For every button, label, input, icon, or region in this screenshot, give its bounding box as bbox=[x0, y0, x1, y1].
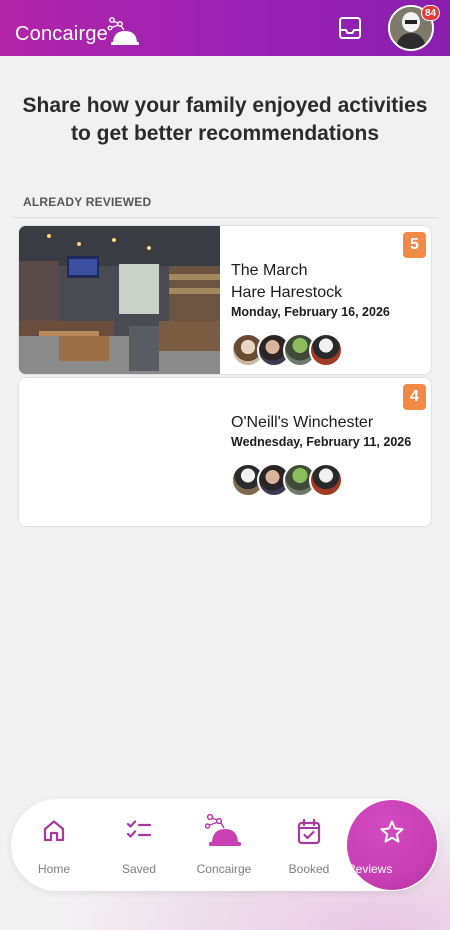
family-member-avatar bbox=[309, 463, 343, 497]
profile-avatar-button[interactable]: 84 bbox=[388, 5, 441, 51]
logo-text: Concairge bbox=[15, 23, 108, 45]
section-divider bbox=[12, 217, 438, 218]
nav-label-saved: Saved bbox=[121, 862, 157, 876]
venue-photo bbox=[19, 226, 220, 374]
venue-name: The March Hare Harestock bbox=[231, 260, 411, 304]
review-score-badge: 4 bbox=[403, 384, 426, 410]
nav-label-home: Home bbox=[37, 862, 70, 876]
concierge-bell-icon bbox=[107, 17, 139, 45]
page-headline: Share how your family enjoyed activities… bbox=[20, 92, 430, 148]
venue-name-line-1: The March bbox=[231, 262, 308, 279]
nav-item-home[interactable]: Home bbox=[14, 799, 94, 891]
headline-line-1: Share how your family enjoyed activities bbox=[22, 94, 428, 117]
venue-name-line-1: O'Neill's Winchester bbox=[231, 414, 374, 431]
nav-item-concairge[interactable]: Concairge bbox=[184, 799, 264, 891]
home-icon bbox=[43, 820, 65, 842]
headline-line-2: to get better recommendations bbox=[70, 122, 380, 145]
nav-item-reviews[interactable]: Reviews bbox=[347, 800, 437, 890]
checklist-icon bbox=[126, 820, 152, 838]
nav-label-reviews: Reviews bbox=[347, 862, 393, 876]
concierge-bell-icon bbox=[204, 813, 241, 846]
app-logo[interactable]: Concairge bbox=[15, 14, 140, 46]
inbox-icon[interactable] bbox=[337, 15, 363, 41]
app-header: Concairge 84 bbox=[0, 0, 450, 56]
venue-name: O'Neill's Winchester bbox=[231, 412, 431, 434]
section-label-already-reviewed: ALREADY REVIEWED bbox=[23, 195, 152, 209]
bottom-navigation: Home Saved Concairge Booked Reviews bbox=[11, 799, 439, 891]
review-score-badge: 5 bbox=[403, 232, 426, 258]
nav-item-saved[interactable]: Saved bbox=[99, 799, 179, 891]
review-card[interactable]: The March Hare Harestock Monday, Februar… bbox=[18, 225, 432, 375]
review-date: Monday, February 16, 2026 bbox=[231, 305, 390, 319]
star-icon bbox=[380, 820, 404, 843]
review-date: Wednesday, February 11, 2026 bbox=[231, 435, 412, 449]
nav-label-concairge: Concairge bbox=[196, 862, 252, 876]
calendar-check-icon bbox=[297, 818, 321, 845]
nav-item-booked[interactable]: Booked bbox=[269, 799, 349, 891]
venue-name-line-2: Hare Harestock bbox=[231, 284, 343, 301]
notification-badge: 84 bbox=[421, 5, 441, 21]
family-member-avatar bbox=[309, 333, 343, 367]
review-card[interactable]: O'Neill's Winchester Wednesday, February… bbox=[18, 377, 432, 527]
nav-label-booked: Booked bbox=[288, 862, 330, 876]
family-avatars bbox=[231, 333, 361, 367]
family-avatars bbox=[231, 463, 361, 497]
